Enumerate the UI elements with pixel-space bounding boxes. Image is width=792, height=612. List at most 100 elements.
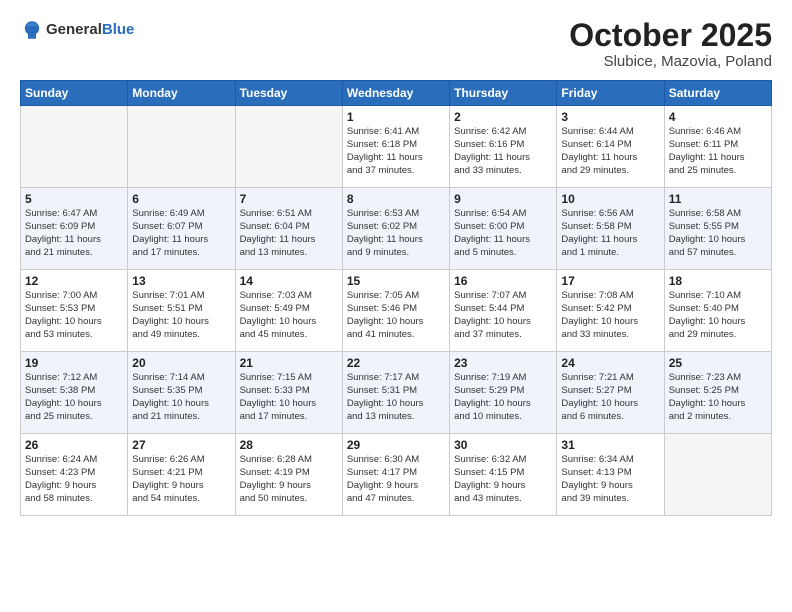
cell-text: Sunset: 5:35 PM [132, 385, 230, 398]
cell-text: Sunset: 6:14 PM [561, 139, 659, 152]
calendar-cell [235, 106, 342, 188]
cell-text: Daylight: 10 hours [25, 316, 123, 329]
cell-text: and 1 minute. [561, 247, 659, 260]
cell-text: Sunrise: 7:19 AM [454, 372, 552, 385]
cell-text: Sunrise: 6:56 AM [561, 208, 659, 221]
cell-text: and 13 minutes. [347, 411, 445, 424]
cell-text: Sunset: 5:49 PM [240, 303, 338, 316]
calendar-cell: 19Sunrise: 7:12 AMSunset: 5:38 PMDayligh… [21, 352, 128, 434]
cell-text: Sunrise: 6:34 AM [561, 454, 659, 467]
cell-text: and 10 minutes. [454, 411, 552, 424]
cell-text: and 53 minutes. [25, 329, 123, 342]
cell-text: Sunset: 6:00 PM [454, 221, 552, 234]
cell-text: Sunset: 5:58 PM [561, 221, 659, 234]
cell-text: Sunrise: 6:26 AM [132, 454, 230, 467]
day-number: 15 [347, 274, 445, 288]
cell-text: Daylight: 11 hours [669, 152, 767, 165]
cell-text: Sunrise: 6:30 AM [347, 454, 445, 467]
day-number: 24 [561, 356, 659, 370]
cell-text: and 43 minutes. [454, 493, 552, 506]
logo-blue: Blue [102, 21, 135, 38]
cell-text: Sunset: 4:17 PM [347, 467, 445, 480]
cell-text: Daylight: 10 hours [454, 398, 552, 411]
header-friday: Friday [557, 81, 664, 106]
cell-text: Daylight: 10 hours [347, 316, 445, 329]
calendar-week-row-2: 12Sunrise: 7:00 AMSunset: 5:53 PMDayligh… [21, 270, 772, 352]
location-title: Slubice, Mazovia, Poland [569, 53, 772, 70]
cell-text: Sunrise: 6:51 AM [240, 208, 338, 221]
cell-text: Sunrise: 7:01 AM [132, 290, 230, 303]
day-number: 16 [454, 274, 552, 288]
cell-text: Sunset: 5:27 PM [561, 385, 659, 398]
cell-text: Daylight: 10 hours [561, 398, 659, 411]
calendar-week-row-0: 1Sunrise: 6:41 AMSunset: 6:18 PMDaylight… [21, 106, 772, 188]
cell-text: Sunrise: 6:32 AM [454, 454, 552, 467]
cell-text: and 54 minutes. [132, 493, 230, 506]
cell-text: and 37 minutes. [454, 329, 552, 342]
cell-text: Sunrise: 6:46 AM [669, 126, 767, 139]
cell-text: Sunrise: 7:23 AM [669, 372, 767, 385]
day-number: 10 [561, 192, 659, 206]
day-number: 28 [240, 438, 338, 452]
cell-text: Daylight: 10 hours [347, 398, 445, 411]
calendar-cell: 28Sunrise: 6:28 AMSunset: 4:19 PMDayligh… [235, 434, 342, 516]
cell-text: and 25 minutes. [25, 411, 123, 424]
header-saturday: Saturday [664, 81, 771, 106]
cell-text: and 58 minutes. [25, 493, 123, 506]
day-number: 30 [454, 438, 552, 452]
calendar-cell: 16Sunrise: 7:07 AMSunset: 5:44 PMDayligh… [450, 270, 557, 352]
cell-text: and 57 minutes. [669, 247, 767, 260]
day-number: 14 [240, 274, 338, 288]
cell-text: and 33 minutes. [454, 165, 552, 178]
cell-text: Daylight: 10 hours [132, 398, 230, 411]
cell-text: Daylight: 10 hours [132, 316, 230, 329]
cell-text: and 17 minutes. [132, 247, 230, 260]
cell-text: Daylight: 11 hours [561, 234, 659, 247]
cell-text: Sunrise: 6:58 AM [669, 208, 767, 221]
day-number: 12 [25, 274, 123, 288]
day-number: 6 [132, 192, 230, 206]
cell-text: Daylight: 10 hours [561, 316, 659, 329]
cell-text: Sunset: 6:04 PM [240, 221, 338, 234]
header-wednesday: Wednesday [342, 81, 449, 106]
cell-text: Sunrise: 6:24 AM [25, 454, 123, 467]
calendar-cell [128, 106, 235, 188]
calendar-cell [664, 434, 771, 516]
cell-text: Sunrise: 6:53 AM [347, 208, 445, 221]
logo-general: General [46, 21, 102, 38]
cell-text: Daylight: 11 hours [454, 152, 552, 165]
day-number: 19 [25, 356, 123, 370]
cell-text: Sunset: 5:29 PM [454, 385, 552, 398]
cell-text: Sunrise: 7:08 AM [561, 290, 659, 303]
calendar-cell: 20Sunrise: 7:14 AMSunset: 5:35 PMDayligh… [128, 352, 235, 434]
cell-text: Sunset: 5:51 PM [132, 303, 230, 316]
calendar-cell: 31Sunrise: 6:34 AMSunset: 4:13 PMDayligh… [557, 434, 664, 516]
cell-text: Sunset: 5:42 PM [561, 303, 659, 316]
cell-text: and 37 minutes. [347, 165, 445, 178]
cell-text: Sunset: 6:16 PM [454, 139, 552, 152]
cell-text: Sunrise: 6:44 AM [561, 126, 659, 139]
day-number: 31 [561, 438, 659, 452]
calendar-cell: 17Sunrise: 7:08 AMSunset: 5:42 PMDayligh… [557, 270, 664, 352]
cell-text: Daylight: 10 hours [240, 316, 338, 329]
calendar-cell: 29Sunrise: 6:30 AMSunset: 4:17 PMDayligh… [342, 434, 449, 516]
cell-text: Sunset: 4:21 PM [132, 467, 230, 480]
cell-text: and 33 minutes. [561, 329, 659, 342]
calendar-cell: 10 Sunrise: 6:56 AMSunset: 5:58 PMDayligh… [557, 188, 664, 270]
calendar-cell: 15Sunrise: 7:05 AMSunset: 5:46 PMDayligh… [342, 270, 449, 352]
calendar-cell: 12Sunrise: 7:00 AMSunset: 5:53 PMDayligh… [21, 270, 128, 352]
cell-text: Sunset: 4:19 PM [240, 467, 338, 480]
cell-text: Daylight: 9 hours [347, 480, 445, 493]
calendar-cell: 1Sunrise: 6:41 AMSunset: 6:18 PMDaylight… [342, 106, 449, 188]
cell-text: Sunset: 4:15 PM [454, 467, 552, 480]
logo-icon [20, 18, 44, 42]
cell-text: Sunrise: 7:10 AM [669, 290, 767, 303]
day-number: 21 [240, 356, 338, 370]
day-number: 13 [132, 274, 230, 288]
cell-text: Daylight: 11 hours [240, 234, 338, 247]
day-number: 5 [25, 192, 123, 206]
calendar-week-row-1: 5Sunrise: 6:47 AMSunset: 6:09 PMDaylight… [21, 188, 772, 270]
cell-text: Sunrise: 6:49 AM [132, 208, 230, 221]
cell-text: Daylight: 10 hours [25, 398, 123, 411]
cell-text: Sunset: 5:46 PM [347, 303, 445, 316]
